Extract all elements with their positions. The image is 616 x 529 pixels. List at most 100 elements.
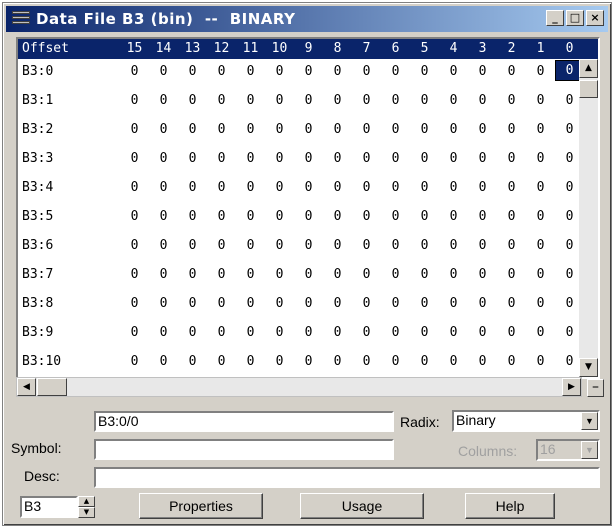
bit-cell[interactable]: 0 [526,180,555,195]
bit-cell[interactable]: 0 [149,267,178,282]
bit-cell[interactable]: 0 [352,93,381,108]
bit-cell[interactable]: 0 [381,122,410,137]
bit-cell[interactable]: 0 [526,296,555,311]
bit-cell[interactable]: 0 [178,93,207,108]
bit-cell[interactable]: 0 [526,64,555,79]
bit-cell[interactable]: 0 [178,267,207,282]
bit-cell[interactable]: 0 [207,180,236,195]
bit-cell[interactable]: 0 [323,93,352,108]
bit-cell[interactable]: 0 [323,122,352,137]
bit-cell[interactable]: 0 [526,238,555,253]
bit-cell[interactable]: 0 [352,151,381,166]
bit-cell[interactable]: 0 [120,296,149,311]
close-icon[interactable]: × [586,10,604,26]
title-bar[interactable]: Data File B3 (bin) -- BINARY _ □ × [6,6,608,32]
bit-cell[interactable]: 0 [236,354,265,369]
bit-cell[interactable]: 0 [323,238,352,253]
bit-cell[interactable]: 0 [294,122,323,137]
bit-cell[interactable]: 0 [294,180,323,195]
bit-cell[interactable]: 0 [468,296,497,311]
symbol-field[interactable] [94,439,394,460]
bit-cell[interactable]: 0 [207,122,236,137]
bit-cell[interactable]: 0 [439,354,468,369]
bit-cell[interactable]: 0 [207,209,236,224]
bit-cell[interactable]: 0 [294,209,323,224]
bit-cell[interactable]: 0 [526,267,555,282]
bit-cell[interactable]: 0 [468,354,497,369]
bit-cell[interactable]: 0 [265,180,294,195]
file-number-field[interactable]: B3 [20,496,78,518]
bit-cell[interactable]: 0 [381,267,410,282]
bit-cell[interactable]: 0 [381,238,410,253]
minimize-icon[interactable]: _ [546,10,564,26]
bit-cell[interactable]: 0 [178,64,207,79]
scroll-down-icon[interactable]: ▼ [579,358,598,377]
bit-cell[interactable]: 0 [149,238,178,253]
bit-cell[interactable]: 0 [236,93,265,108]
bit-cell[interactable]: 0 [526,325,555,340]
bit-cell[interactable]: 0 [207,354,236,369]
bit-cell[interactable]: 0 [294,64,323,79]
bit-cell[interactable]: 0 [236,122,265,137]
bit-cell[interactable]: 0 [410,122,439,137]
help-button[interactable]: Help [465,493,555,519]
bit-cell[interactable]: 0 [352,267,381,282]
scroll-right-icon[interactable]: ▶ [562,378,581,396]
bit-cell[interactable]: 0 [323,267,352,282]
bit-cell[interactable]: 0 [236,209,265,224]
bit-cell[interactable]: 0 [294,296,323,311]
bit-cell[interactable]: 0 [497,267,526,282]
bit-cell[interactable]: 0 [120,354,149,369]
bit-cell[interactable]: 0 [236,180,265,195]
bit-cell[interactable]: 0 [381,325,410,340]
bit-cell[interactable]: 0 [410,151,439,166]
bit-cell[interactable]: 0 [178,151,207,166]
bit-cell[interactable]: 0 [120,180,149,195]
bit-cell[interactable]: 0 [410,64,439,79]
bit-cell[interactable]: 0 [265,267,294,282]
bit-cell[interactable]: 0 [265,122,294,137]
file-number-spinner[interactable]: ▲ ▼ [78,496,95,518]
bit-cell[interactable]: 0 [178,325,207,340]
desc-field[interactable] [94,467,600,488]
bit-cell[interactable]: 0 [149,325,178,340]
bit-cell[interactable]: 0 [439,93,468,108]
bit-cell[interactable]: 0 [265,151,294,166]
bit-cell[interactable]: 0 [265,354,294,369]
bit-cell[interactable]: 0 [149,151,178,166]
bit-cell[interactable]: 0 [294,354,323,369]
bit-cell[interactable]: 0 [178,354,207,369]
bit-cell[interactable]: 0 [381,209,410,224]
bit-cell[interactable]: 0 [120,238,149,253]
bit-cell[interactable]: 0 [323,325,352,340]
bit-cell[interactable]: 0 [236,64,265,79]
bit-cell[interactable]: 0 [120,122,149,137]
bit-cell[interactable]: 0 [352,180,381,195]
bit-cell[interactable]: 0 [178,238,207,253]
bit-cell[interactable]: 0 [120,64,149,79]
bit-cell[interactable]: 0 [207,325,236,340]
bit-cell[interactable]: 0 [236,325,265,340]
bit-cell[interactable]: 0 [381,180,410,195]
bit-cell[interactable]: 0 [468,267,497,282]
bit-cell[interactable]: 0 [497,325,526,340]
bit-cell[interactable]: 0 [410,354,439,369]
bit-cell[interactable]: 0 [497,354,526,369]
bit-cell[interactable]: 0 [468,180,497,195]
bit-cell[interactable]: 0 [294,325,323,340]
bit-cell[interactable]: 0 [468,93,497,108]
bit-cell[interactable]: 0 [265,93,294,108]
bit-cell[interactable]: 0 [149,180,178,195]
maximize-icon[interactable]: □ [566,10,584,26]
bit-cell[interactable]: 0 [323,151,352,166]
bit-cell[interactable]: 0 [468,238,497,253]
bit-cell[interactable]: 0 [439,180,468,195]
address-field[interactable]: B3:0/0 [94,411,394,432]
bit-cell[interactable]: 0 [265,64,294,79]
bit-cell[interactable]: 0 [497,151,526,166]
bit-cell[interactable]: 0 [178,180,207,195]
bit-cell[interactable]: 0 [352,238,381,253]
bit-cell[interactable]: 0 [294,93,323,108]
bit-cell[interactable]: 0 [207,296,236,311]
bit-cell[interactable]: 0 [294,151,323,166]
